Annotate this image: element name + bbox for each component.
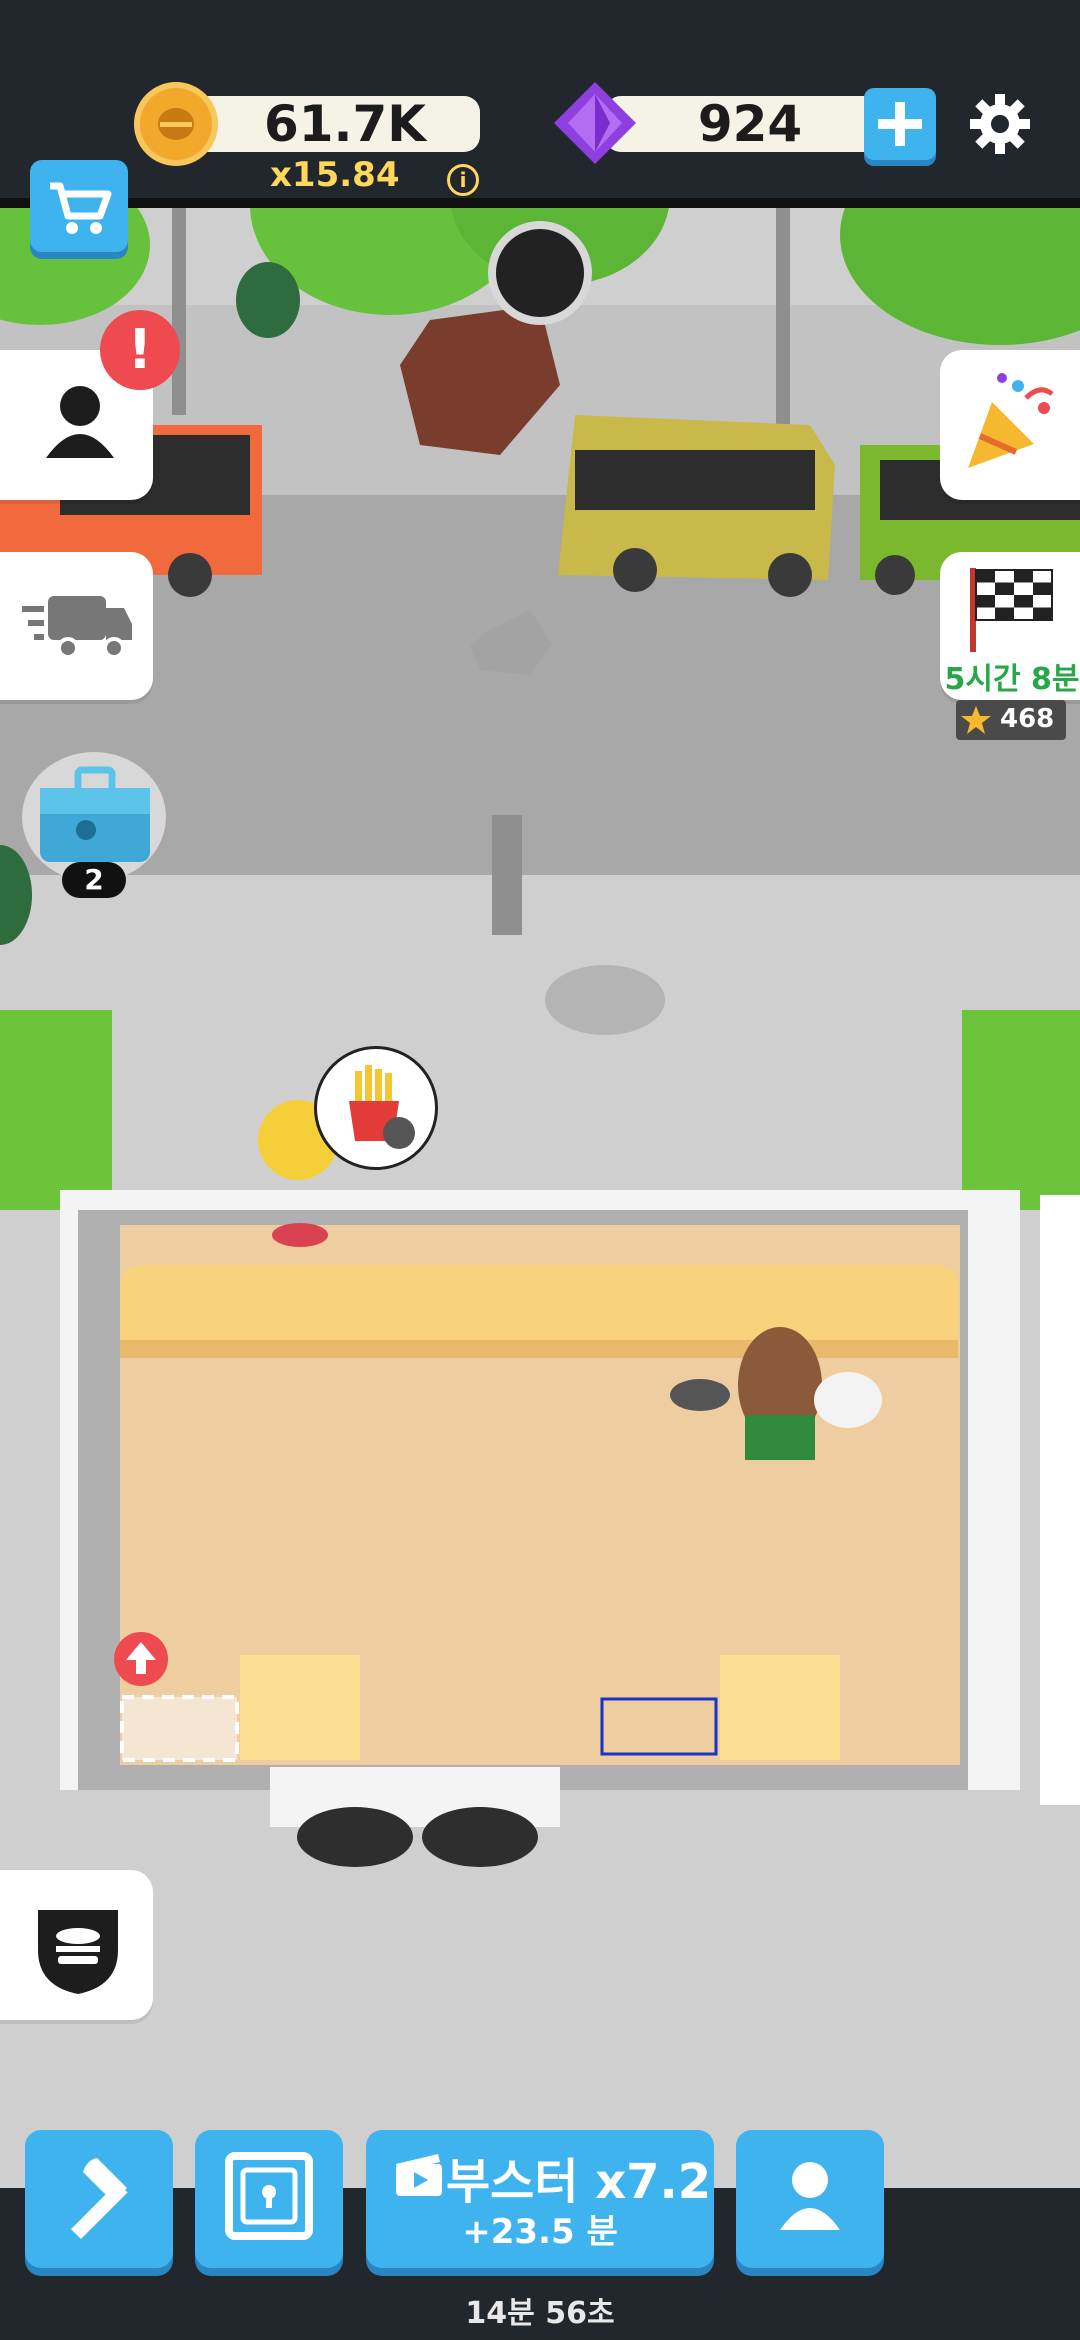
burger-menu-button[interactable] bbox=[0, 1870, 153, 2020]
gear-icon bbox=[970, 94, 1030, 154]
vault-button[interactable] bbox=[195, 2130, 343, 2268]
checkered-flag-icon bbox=[970, 568, 1053, 652]
delivery-button[interactable] bbox=[0, 552, 153, 700]
booster-button[interactable]: 부스터 x7.2 +23.5 분 bbox=[366, 2130, 714, 2268]
shop-button[interactable] bbox=[30, 160, 128, 252]
person-icon bbox=[780, 2162, 840, 2230]
cart-icon bbox=[50, 182, 112, 234]
info-icon-glyph: i bbox=[459, 168, 467, 192]
booster-label: 부스터 x7.2 bbox=[446, 2154, 712, 2210]
safe-icon bbox=[225, 2152, 313, 2240]
coin-icon bbox=[134, 82, 218, 166]
alert-badge-glyph: ! bbox=[127, 318, 153, 381]
info-icon[interactable]: i bbox=[447, 164, 479, 196]
gem-icon bbox=[552, 80, 638, 170]
multiplier-text: x15.84 bbox=[270, 155, 400, 195]
booster-sub-label: +23.5 분 bbox=[462, 2212, 618, 2252]
race-event-timer: 5시간 8분 bbox=[944, 662, 1080, 697]
hud-divider bbox=[0, 198, 1080, 208]
star-icon bbox=[961, 706, 991, 734]
gem-amount: 924 bbox=[697, 95, 803, 153]
upgrade-arrow-icon[interactable] bbox=[114, 1632, 168, 1686]
star-count: 468 bbox=[1000, 704, 1055, 734]
party-event-button[interactable] bbox=[940, 350, 1080, 500]
coin-amount: 61.7K bbox=[263, 95, 427, 153]
booster-timer: 14분 56초 bbox=[465, 2296, 615, 2331]
alert-badge: ! bbox=[100, 310, 180, 390]
street-scene bbox=[0, 205, 1080, 1867]
delivery-truck-icon bbox=[22, 596, 132, 659]
toolbox-count-badge: 2 bbox=[62, 862, 126, 898]
burger-shield-icon bbox=[38, 1910, 118, 1994]
build-button[interactable] bbox=[25, 2130, 173, 2268]
party-popper-icon bbox=[968, 373, 1054, 468]
star-count-badge: 468 bbox=[956, 700, 1066, 740]
profile-button[interactable] bbox=[736, 2130, 884, 2268]
plus-icon bbox=[878, 102, 922, 146]
add-gems-button[interactable] bbox=[864, 88, 936, 160]
settings-button[interactable] bbox=[968, 92, 1032, 160]
order-bubble bbox=[314, 1046, 438, 1170]
fries-icon bbox=[349, 1065, 415, 1149]
video-ad-icon bbox=[396, 2154, 442, 2196]
hammer-icon bbox=[71, 2158, 128, 2239]
